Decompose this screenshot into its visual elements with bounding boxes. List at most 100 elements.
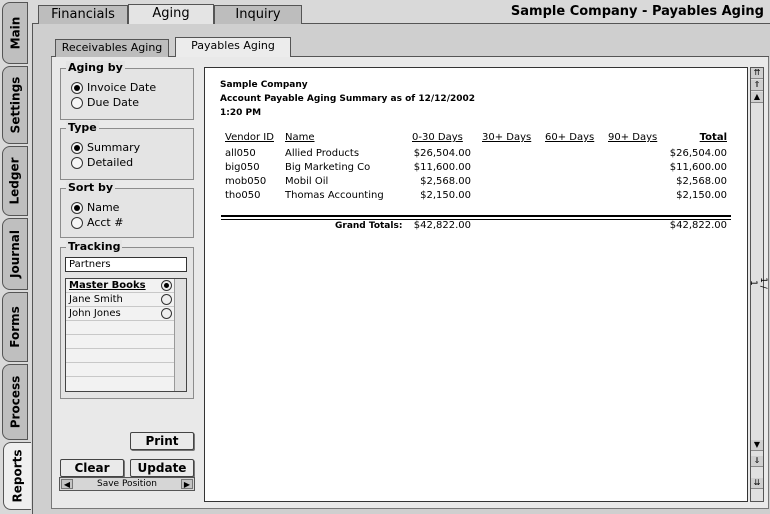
header-vendor-id: Vendor ID (225, 132, 274, 143)
row-vendor-id: tho050 (225, 190, 261, 201)
window-title: Sample Company - Payables Aging (510, 4, 764, 19)
row-vendor-id: all050 (225, 148, 256, 159)
tab-payables-aging[interactable]: Payables Aging (175, 37, 291, 57)
radio-detailed[interactable]: Detailed (71, 156, 133, 169)
radio-sort-acct[interactable]: Acct # (71, 216, 123, 229)
group-title: Sort by (66, 181, 116, 194)
side-tab-label: Forms (8, 306, 22, 348)
radio-label: Invoice Date (87, 81, 157, 94)
page-indicator: 1 / 1 (748, 277, 768, 289)
radio-summary[interactable]: Summary (71, 141, 140, 154)
scroll-down-icon[interactable]: ▼ (751, 440, 763, 451)
list-item-empty (66, 321, 174, 335)
side-tab-process[interactable]: Process (2, 364, 28, 440)
right-arrow-icon[interactable]: ▶ (181, 479, 193, 489)
list-item-john-jones[interactable]: John Jones (66, 307, 174, 321)
row-name: Big Marketing Co (285, 162, 371, 173)
row-0-30: $11,600.00 (413, 162, 471, 173)
top-tab-bar: Financials Aging Inquiry Sample Company … (32, 0, 770, 24)
grand-total-total: $42,822.00 (669, 220, 727, 231)
header-name: Name (285, 132, 315, 143)
side-tab-strip: Main Settings Ledger Journal Forms Proce… (0, 0, 31, 514)
side-tab-journal[interactable]: Journal (2, 218, 28, 290)
clear-button[interactable]: Clear (60, 459, 124, 477)
side-tab-label: Ledger (8, 157, 22, 205)
scroll-up-icon[interactable]: ▲ (751, 92, 763, 103)
save-position-control[interactable]: ◀ Save Position ▶ (59, 477, 195, 491)
radio-label: Acct # (87, 216, 124, 229)
radio-label: Name (87, 201, 120, 214)
header-total: Total (699, 132, 727, 143)
tab-inquiry[interactable]: Inquiry (214, 5, 302, 24)
radio-invoice-date[interactable]: Invoice Date (71, 81, 156, 94)
radio-icon (71, 81, 83, 94)
radio-due-date[interactable]: Due Date (71, 96, 139, 109)
side-tab-ledger[interactable]: Ledger (2, 146, 28, 216)
type-group: Type Summary Detailed (60, 121, 194, 180)
update-button[interactable]: Update (130, 459, 194, 477)
aging-by-group: Aging by Invoice Date Due Date (60, 61, 194, 120)
list-item-jane-smith[interactable]: Jane Smith (66, 293, 174, 307)
group-title: Aging by (66, 61, 125, 74)
report-time: 1:20 PM (220, 108, 262, 118)
row-name: Allied Products (285, 148, 360, 159)
tracking-list: Master Books Jane Smith John Jones (65, 278, 187, 392)
row-name: Thomas Accounting (285, 190, 384, 201)
scroll-page-up-icon[interactable]: ⇑ (751, 80, 763, 91)
report-title: Account Payable Aging Summary as of 12/1… (220, 94, 476, 104)
radio-icon (71, 96, 83, 109)
group-title: Tracking (66, 240, 123, 253)
sub-tab-bar: Receivables Aging Payables Aging (51, 37, 769, 57)
radio-icon (71, 156, 83, 169)
report-scrollbar[interactable]: ⇈ ⇑ ▲ 1 / 1 ▼ ⇓ ⇊ (748, 67, 768, 502)
side-tab-forms[interactable]: Forms (2, 292, 28, 362)
radio-icon (71, 201, 83, 214)
grand-total-0-30: $42,822.00 (413, 220, 471, 231)
print-button[interactable]: Print (130, 432, 194, 450)
scroll-page-down-icon[interactable]: ⇓ (751, 456, 763, 467)
row-0-30: $2,150.00 (420, 190, 471, 201)
scroll-bottom-icon[interactable]: ⇊ (751, 478, 763, 489)
list-item-label: John Jones (69, 308, 121, 319)
tracking-field[interactable]: Partners (65, 257, 187, 272)
tab-aging[interactable]: Aging (128, 4, 214, 24)
list-item-master-books[interactable]: Master Books (66, 279, 174, 293)
side-tab-main[interactable]: Main (2, 2, 28, 64)
divider (221, 215, 731, 217)
list-scrollbar[interactable] (174, 279, 186, 391)
sort-by-group: Sort by Name Acct # (60, 181, 194, 238)
save-position-label: Save Position (97, 479, 157, 489)
radio-icon (161, 308, 172, 319)
side-tab-label: Process (8, 375, 22, 429)
row-total: $11,600.00 (669, 162, 727, 173)
row-name: Mobil Oil (285, 176, 329, 187)
radio-label: Due Date (87, 96, 139, 109)
side-tab-label: Reports (10, 449, 25, 503)
aging-content: Aging by Invoice Date Due Date Type Summ… (51, 57, 769, 509)
list-item-empty (66, 349, 174, 363)
radio-sort-name[interactable]: Name (71, 201, 119, 214)
row-vendor-id: big050 (225, 162, 260, 173)
row-0-30: $2,568.00 (420, 176, 471, 187)
scroll-top-icon[interactable]: ⇈ (751, 68, 763, 79)
header-0-30: 0-30 Days (412, 132, 463, 143)
radio-icon (161, 294, 172, 305)
tracking-group: Tracking Partners Master Books Jane Smit… (60, 240, 194, 399)
list-item-label: Master Books (69, 280, 146, 291)
row-total: $2,150.00 (676, 190, 727, 201)
list-item-empty (66, 377, 174, 391)
left-arrow-icon[interactable]: ◀ (61, 479, 73, 489)
side-tab-settings[interactable]: Settings (2, 66, 28, 144)
main-panel: Receivables Aging Payables Aging Aging b… (32, 24, 770, 514)
report-view: Sample Company Account Payable Aging Sum… (204, 67, 748, 502)
row-total: $26,504.00 (669, 148, 727, 159)
header-60-plus: 60+ Days (545, 132, 595, 143)
radio-icon (161, 280, 172, 291)
list-item-empty (66, 363, 174, 377)
report-company: Sample Company (220, 80, 308, 90)
radio-icon (71, 216, 83, 229)
radio-icon (71, 141, 83, 154)
tab-receivables-aging[interactable]: Receivables Aging (55, 39, 169, 57)
tab-financials[interactable]: Financials (38, 5, 128, 24)
side-tab-reports[interactable]: Reports (3, 442, 31, 510)
